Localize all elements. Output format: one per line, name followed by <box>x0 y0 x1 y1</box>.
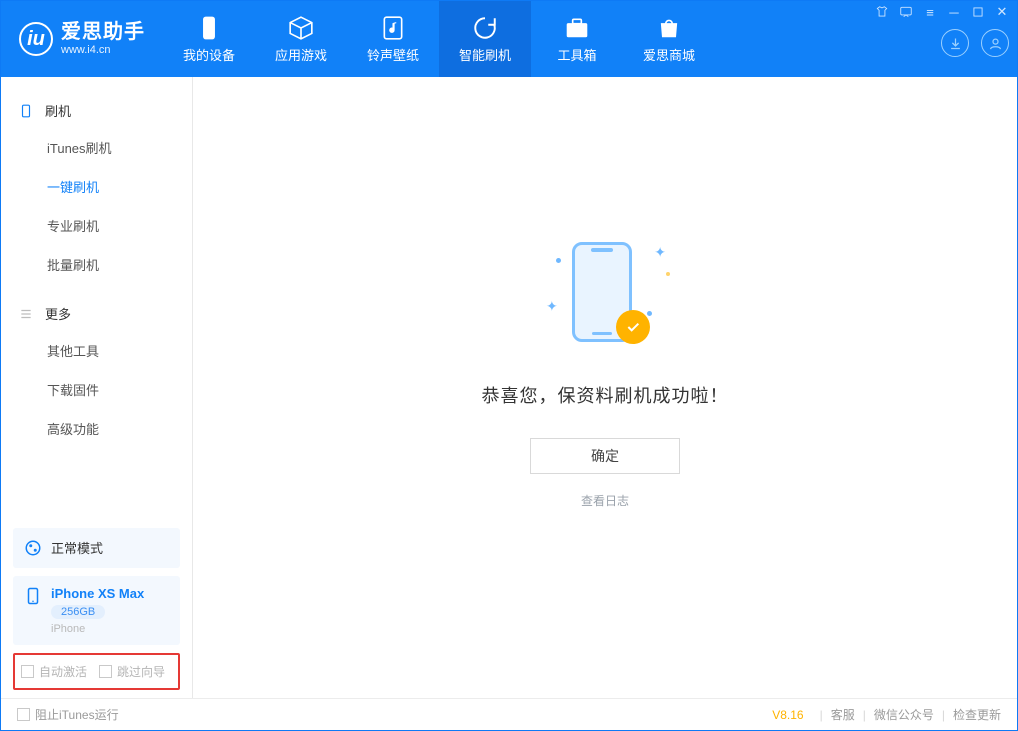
header: iu 爱思助手 www.i4.cn 我的设备 应用游戏 铃声壁纸 智能刷机 <box>1 1 1017 77</box>
close-icon[interactable]: ✕ <box>995 5 1009 19</box>
toolbox-icon <box>564 15 590 41</box>
check-badge-icon <box>616 310 650 344</box>
mode-card[interactable]: 正常模式 <box>13 528 180 568</box>
minimize-icon[interactable]: － <box>947 5 961 19</box>
separator: | <box>820 708 823 722</box>
view-log-link[interactable]: 查看日志 <box>581 492 629 509</box>
footer: 阻止iTunes运行 V8.16 | 客服 | 微信公众号 | 检查更新 <box>1 698 1017 730</box>
separator: | <box>942 708 945 722</box>
feedback-icon[interactable] <box>899 5 913 19</box>
top-nav: 我的设备 应用游戏 铃声壁纸 智能刷机 工具箱 爱思商城 <box>163 1 715 77</box>
footer-link-update[interactable]: 检查更新 <box>953 706 1001 723</box>
footer-link-support[interactable]: 客服 <box>831 706 855 723</box>
header-round-buttons <box>941 29 1009 57</box>
sidebar: 刷机 iTunes刷机 一键刷机 专业刷机 批量刷机 更多 其他工具 下载固件 … <box>1 77 193 698</box>
shirt-icon[interactable] <box>875 5 889 19</box>
nav-ringtones[interactable]: 铃声壁纸 <box>347 1 439 77</box>
nav-my-device[interactable]: 我的设备 <box>163 1 255 77</box>
dot-icon <box>666 272 670 276</box>
nav-label: 爱思商城 <box>643 45 695 64</box>
device-type: iPhone <box>51 623 144 635</box>
mode-label: 正常模式 <box>51 538 103 557</box>
checkbox-block-itunes[interactable]: 阻止iTunes运行 <box>17 706 119 723</box>
sidebar-cat-label: 刷机 <box>45 101 71 120</box>
ok-button[interactable]: 确定 <box>530 438 680 474</box>
sidebar-item-pro-flash[interactable]: 专业刷机 <box>1 206 192 245</box>
dot-icon <box>647 311 652 316</box>
download-button[interactable] <box>941 29 969 57</box>
mode-icon <box>23 538 43 558</box>
header-right: ≡ － ✕ <box>875 1 1017 77</box>
window-controls: ≡ － ✕ <box>875 5 1009 19</box>
version-label: V8.16 <box>772 708 803 722</box>
logo-block: iu 爱思助手 www.i4.cn <box>1 1 163 77</box>
body: 刷机 iTunes刷机 一键刷机 专业刷机 批量刷机 更多 其他工具 下载固件 … <box>1 77 1017 698</box>
success-illustration: ✦ ✦ <box>540 236 670 356</box>
cube-icon <box>288 15 314 41</box>
device-card[interactable]: iPhone XS Max 256GB iPhone <box>13 576 180 645</box>
sidebar-item-batch-flash[interactable]: 批量刷机 <box>1 245 192 284</box>
device-icon <box>196 15 222 41</box>
sidebar-item-download-firmware[interactable]: 下载固件 <box>1 370 192 409</box>
checkbox-auto-activate[interactable]: 自动激活 <box>21 663 87 680</box>
checkbox-icon <box>21 665 34 678</box>
bag-icon <box>656 15 682 41</box>
main-content: ✦ ✦ 恭喜您，保资料刷机成功啦！ 确定 查看日志 <box>193 77 1017 698</box>
logo-icon: iu <box>19 22 53 56</box>
device-name: iPhone XS Max <box>51 586 144 601</box>
refresh-shield-icon <box>472 15 498 41</box>
device-info: iPhone XS Max 256GB iPhone <box>51 586 144 635</box>
nav-store[interactable]: 爱思商城 <box>623 1 715 77</box>
maximize-icon[interactable] <box>971 5 985 19</box>
footer-right: V8.16 | 客服 | 微信公众号 | 检查更新 <box>772 706 1001 723</box>
sidebar-checkbox-group: 自动激活 跳过向导 <box>13 653 180 690</box>
nav-label: 应用游戏 <box>275 45 327 64</box>
sidebar-item-itunes-flash[interactable]: iTunes刷机 <box>1 128 192 167</box>
nav-toolbox[interactable]: 工具箱 <box>531 1 623 77</box>
checkbox-icon <box>17 708 30 721</box>
sparkle-icon: ✦ <box>654 244 666 261</box>
sidebar-cat-more: 更多 <box>1 296 192 331</box>
checkbox-label: 跳过向导 <box>117 663 165 680</box>
sparkle-icon: ✦ <box>546 298 558 315</box>
sidebar-bottom: 正常模式 iPhone XS Max 256GB iPhone 自动激活 跳过向… <box>1 520 192 698</box>
sidebar-item-onekey-flash[interactable]: 一键刷机 <box>1 167 192 206</box>
menu-icon[interactable]: ≡ <box>923 5 937 19</box>
footer-link-wechat[interactable]: 微信公众号 <box>874 706 934 723</box>
list-icon <box>19 307 35 321</box>
checkbox-icon <box>99 665 112 678</box>
app-subtitle: www.i4.cn <box>61 44 145 57</box>
music-sheet-icon <box>380 15 406 41</box>
sidebar-menu: 刷机 iTunes刷机 一键刷机 专业刷机 批量刷机 更多 其他工具 下载固件 … <box>1 77 192 520</box>
nav-label: 智能刷机 <box>459 45 511 64</box>
nav-label: 铃声壁纸 <box>367 45 419 64</box>
phone-small-icon <box>19 104 35 118</box>
sidebar-cat-label: 更多 <box>45 304 71 323</box>
nav-flash[interactable]: 智能刷机 <box>439 1 531 77</box>
success-message: 恭喜您，保资料刷机成功啦！ <box>482 382 729 408</box>
checkbox-label: 自动激活 <box>39 663 87 680</box>
device-capacity: 256GB <box>51 605 105 619</box>
nav-label: 工具箱 <box>557 45 596 64</box>
app-title: 爱思助手 <box>61 21 145 44</box>
nav-label: 我的设备 <box>183 45 235 64</box>
sidebar-cat-flash: 刷机 <box>1 93 192 128</box>
checkbox-skip-guide[interactable]: 跳过向导 <box>99 663 165 680</box>
user-button[interactable] <box>981 29 1009 57</box>
app-window: iu 爱思助手 www.i4.cn 我的设备 应用游戏 铃声壁纸 智能刷机 <box>0 0 1018 731</box>
dot-icon <box>556 258 561 263</box>
nav-apps[interactable]: 应用游戏 <box>255 1 347 77</box>
device-small-icon <box>23 586 43 606</box>
sidebar-item-advanced[interactable]: 高级功能 <box>1 409 192 448</box>
checkbox-label: 阻止iTunes运行 <box>35 706 119 723</box>
separator: | <box>863 708 866 722</box>
logo-text: 爱思助手 www.i4.cn <box>61 21 145 57</box>
sidebar-item-other-tools[interactable]: 其他工具 <box>1 331 192 370</box>
